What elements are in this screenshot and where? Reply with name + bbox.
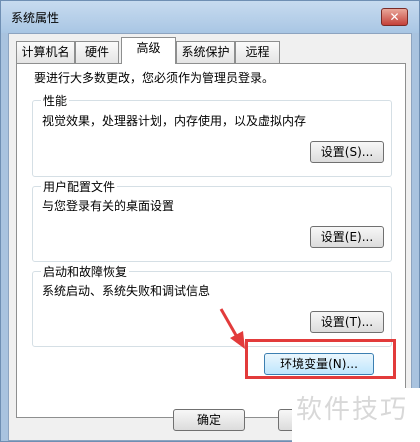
- close-button[interactable]: ✕: [381, 8, 408, 26]
- tab-hardware[interactable]: 硬件: [75, 41, 119, 63]
- arrow-annotation: [219, 308, 245, 349]
- performance-desc: 视觉效果，处理器计划，内存使用，以及虚拟内存: [42, 114, 307, 128]
- highlight-box: [245, 339, 396, 379]
- performance-settings-button[interactable]: 设置(S)...: [310, 141, 384, 163]
- window-title: 系统属性: [11, 11, 60, 25]
- tab-advanced[interactable]: 高级: [121, 37, 176, 64]
- user-profile-title: 用户配置文件: [41, 178, 118, 195]
- tab-computer-name[interactable]: 计算机名: [16, 41, 75, 63]
- startup-recovery-title: 启动和故障恢复: [41, 263, 130, 280]
- user-profile-desc: 与您登录有关的桌面设置: [42, 199, 175, 213]
- admin-notice: 要进行大多数更改，您必须作为管理员登录。: [34, 71, 275, 85]
- user-profile-settings-button[interactable]: 设置(E)...: [310, 226, 384, 248]
- performance-group: 性能 视觉效果，处理器计划，内存使用，以及虚拟内存 设置(S)...: [32, 92, 392, 177]
- user-profile-group: 用户配置文件 与您登录有关的桌面设置 设置(E)...: [32, 178, 392, 262]
- ok-button[interactable]: 确定: [173, 409, 245, 431]
- dialog-client-area: 计算机名 硬件 高级 系统保护 远程 要进行大多数更改，您必须作为管理员登录。 …: [8, 33, 412, 441]
- tab-remote[interactable]: 远程: [235, 41, 280, 63]
- startup-recovery-desc: 系统启动、系统失败和调试信息: [42, 284, 211, 298]
- watermark: 软件技巧: [292, 388, 420, 442]
- performance-title: 性能: [41, 92, 70, 109]
- startup-recovery-settings-button[interactable]: 设置(T)...: [310, 311, 384, 333]
- close-icon: ✕: [389, 10, 400, 24]
- title-bar: 系统属性 ✕: [1, 1, 419, 33]
- tab-system-protection[interactable]: 系统保护: [176, 41, 235, 63]
- startup-recovery-group: 启动和故障恢复 系统启动、系统失败和调试信息 设置(T)...: [32, 263, 392, 347]
